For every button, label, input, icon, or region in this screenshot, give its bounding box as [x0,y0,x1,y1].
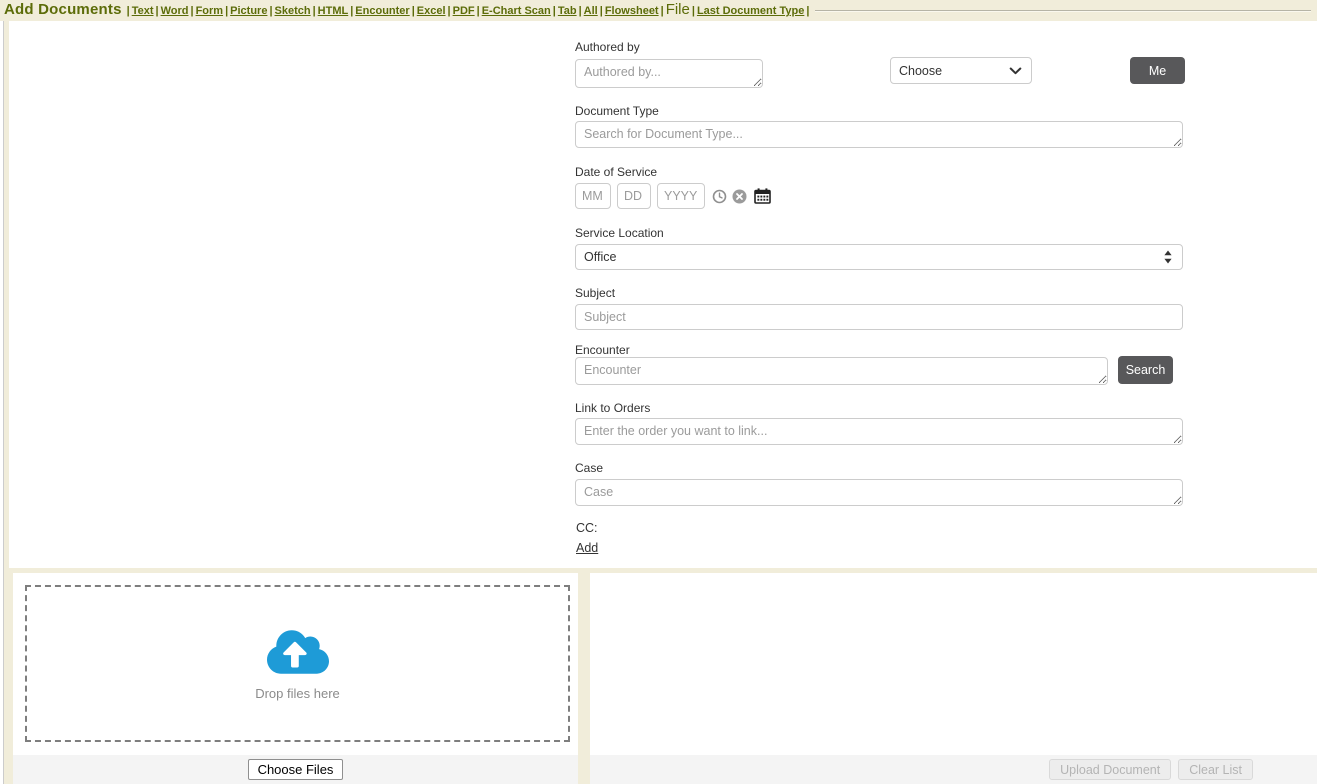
page-title: Add Documents [4,0,122,20]
nav-separator: | [692,5,695,17]
nav-separator: | [190,5,193,17]
date-yyyy-input[interactable] [657,183,705,209]
doc-type-link-flowsheet[interactable]: Flowsheet [605,5,659,17]
doc-type-link-word[interactable]: Word [161,5,189,17]
doc-type-link-sketch[interactable]: Sketch [275,5,311,17]
cc-label: CC: [576,521,598,535]
file-upload-panel: Drop files here Choose Files [13,573,578,784]
case-label: Case [575,461,603,475]
nav-separator: | [806,5,809,17]
encounter-label: Encounter [575,343,630,357]
drop-files-text: Drop files here [255,686,340,701]
doc-type-link-text[interactable]: Text [132,5,154,17]
document-type-input[interactable] [575,121,1183,148]
doc-type-link-html[interactable]: HTML [318,5,349,17]
doc-type-link-pdf[interactable]: PDF [453,5,475,17]
nav-separator: | [225,5,228,17]
clock-icon[interactable] [712,189,727,204]
doc-type-link-file[interactable]: File [666,1,690,18]
service-location-value: Office [584,250,616,264]
nav-separator: | [156,5,159,17]
service-location-select[interactable]: Office [575,244,1183,270]
doc-type-link-form[interactable]: Form [196,5,224,17]
drop-files-zone[interactable]: Drop files here [25,585,570,742]
nav-separator: | [661,5,664,17]
upload-document-button[interactable]: Upload Document [1049,759,1171,780]
authored-by-label: Authored by [575,40,640,54]
doc-type-link-all[interactable]: All [584,5,598,17]
cloud-upload-icon [267,627,329,677]
choose-files-button[interactable]: Choose Files [248,759,344,780]
up-down-select-icon [1163,250,1173,264]
chevron-down-icon [1009,67,1022,75]
clear-list-button[interactable]: Clear List [1178,759,1253,780]
nav-separator: | [127,5,130,17]
doc-type-link-tab[interactable]: Tab [558,5,577,17]
doc-type-link-encounter[interactable]: Encounter [355,5,409,17]
header-divider-line [815,10,1311,11]
encounter-search-button[interactable]: Search [1118,356,1173,384]
service-location-label: Service Location [575,226,664,240]
nav-separator: | [269,5,272,17]
header-nav: |Text|Word|Form|Picture|Sketch|HTML|Enco… [125,0,812,21]
authored-by-choose-select[interactable]: Choose [890,57,1032,84]
header-bar: Add Documents |Text|Word|Form|Picture|Sk… [0,0,1317,21]
date-dd-input[interactable] [617,183,651,209]
nav-separator: | [448,5,451,17]
document-type-label: Document Type [575,104,659,118]
file-list-panel: Upload Document Clear List [590,573,1317,784]
nav-separator: | [600,5,603,17]
nav-separator: | [553,5,556,17]
subject-input[interactable] [575,304,1183,330]
doc-type-link-e-chart-scan[interactable]: E-Chart Scan [482,5,551,17]
nav-separator: | [412,5,415,17]
calendar-icon[interactable] [754,188,771,204]
choose-files-strip: Choose Files [13,755,578,784]
case-input[interactable] [575,479,1183,506]
subject-label: Subject [575,286,615,300]
doc-type-link-excel[interactable]: Excel [417,5,446,17]
authored-by-input[interactable] [575,59,763,88]
choose-select-value: Choose [899,64,942,78]
nav-separator: | [350,5,353,17]
link-to-orders-label: Link to Orders [575,401,650,415]
doc-type-link-picture[interactable]: Picture [230,5,267,17]
cc-add-link[interactable]: Add [576,541,598,555]
upload-actions-strip: Upload Document Clear List [590,755,1317,784]
x-circle-icon[interactable] [732,189,747,204]
doc-type-link-last-document-type[interactable]: Last Document Type [697,5,804,17]
left-margin-strip [4,21,9,568]
me-button[interactable]: Me [1130,57,1185,84]
encounter-input[interactable] [575,357,1108,385]
nav-separator: | [313,5,316,17]
nav-separator: | [579,5,582,17]
link-to-orders-input[interactable] [575,418,1183,445]
date-of-service-label: Date of Service [575,165,657,179]
nav-separator: | [477,5,480,17]
date-mm-input[interactable] [575,183,611,209]
